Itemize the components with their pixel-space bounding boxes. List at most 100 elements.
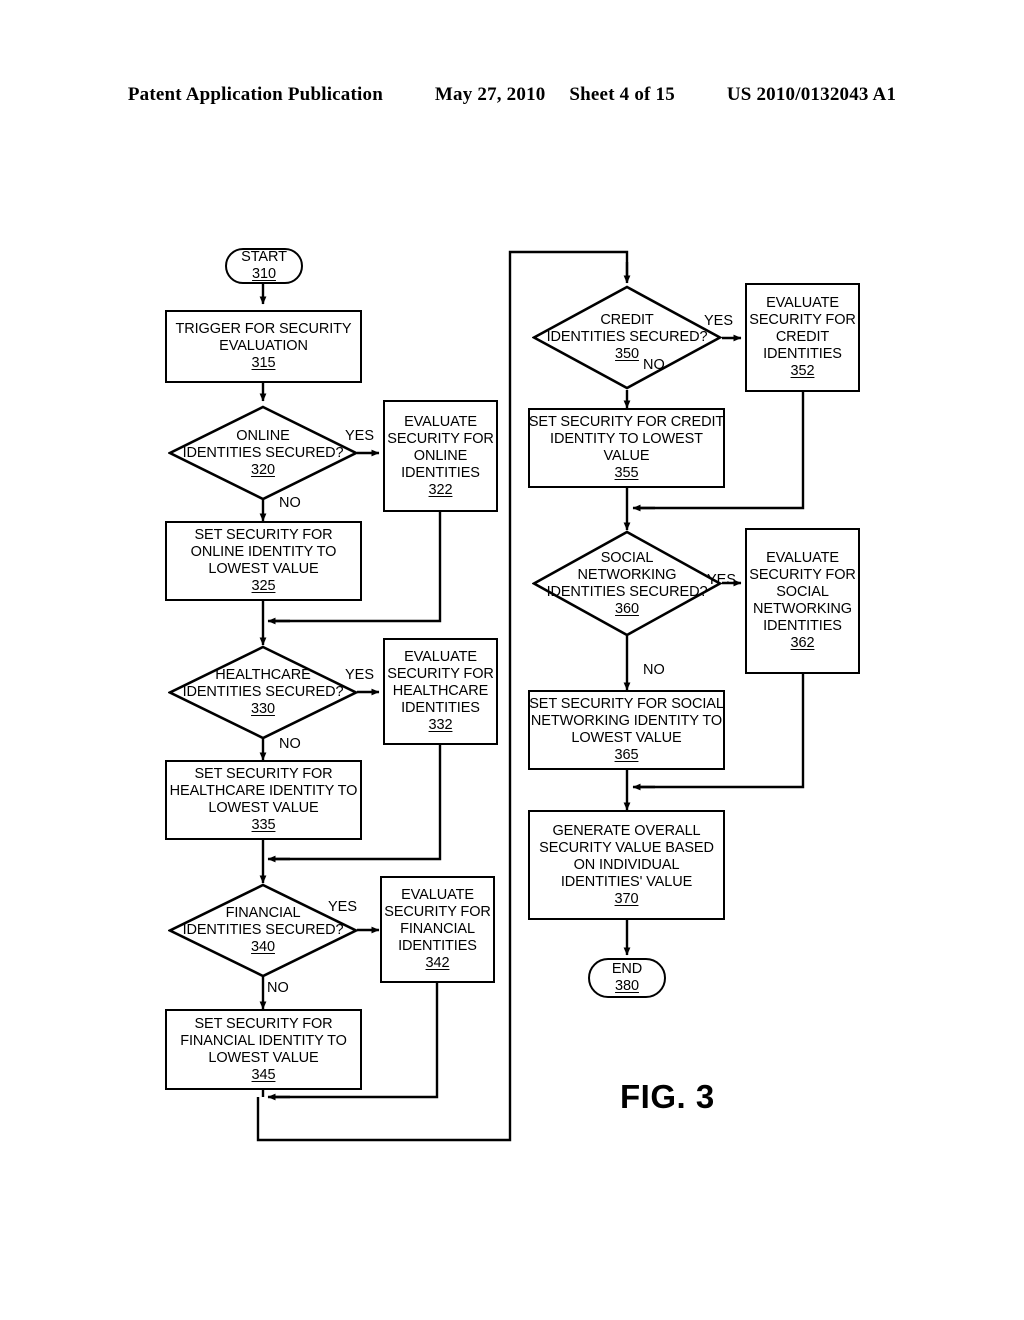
edge-label-social-yes: YES xyxy=(707,572,737,588)
node-healthcare-eval-line2: SECURITY FOR xyxy=(387,666,494,682)
node-online-eval-line2: SECURITY FOR xyxy=(387,430,494,447)
node-healthcare-set-line1: SET SECURITY FOR xyxy=(194,766,333,782)
node-financial-eval-line2: SECURITY FOR xyxy=(384,904,491,920)
node-online-set-ref: 325 xyxy=(251,578,276,594)
node-social-set-line3: LOWEST VALUE xyxy=(571,730,682,746)
node-evaluate-security-for-healthcare-identities: EVALUATE SECURITY FOR HEALTHCARE IDENTIT… xyxy=(383,638,498,745)
node-credit-eval-line1: EVALUATE xyxy=(766,295,839,311)
node-end: END 380 xyxy=(588,958,666,998)
node-healthcare-eval-line1: EVALUATE xyxy=(404,649,477,665)
node-online-eval-line1: EVALUATE xyxy=(404,413,477,430)
node-start: START 310 xyxy=(225,248,303,284)
node-trigger-for-security-evaluation: TRIGGER FOR SECURITY EVALUATION 315 xyxy=(165,310,362,383)
node-financial-eval-line4: IDENTITIES xyxy=(398,938,477,954)
node-generate-overall-security-value: GENERATE OVERALL SECURITY VALUE BASED ON… xyxy=(528,810,725,920)
node-healthcare-eval-line3: HEALTHCARE xyxy=(392,683,489,699)
node-online-set-line1: SET SECURITY FOR xyxy=(194,527,333,543)
decision-financial-line2: IDENTITIES SECURED? xyxy=(182,922,344,938)
node-healthcare-set-ref: 335 xyxy=(251,817,276,833)
node-financial-set-line2: FINANCIAL IDENTITY TO xyxy=(180,1032,347,1049)
node-credit-set-line1: SET SECURITY FOR CREDIT xyxy=(528,414,725,430)
node-social-eval-line3: SOCIAL xyxy=(776,584,829,600)
node-set-security-for-financial-identity: SET SECURITY FOR FINANCIAL IDENTITY TO L… xyxy=(165,1009,362,1090)
node-financial-set-ref: 345 xyxy=(251,1066,276,1083)
node-online-eval-line4: IDENTITIES xyxy=(401,464,480,481)
node-generate-line1: GENERATE OVERALL xyxy=(552,822,701,839)
edge-label-healthcare-no: NO xyxy=(279,736,301,752)
decision-online-identities-secured: ONLINE IDENTITIES SECURED? 320 xyxy=(168,405,358,501)
flowchart-figure: START 310 TRIGGER FOR SECURITY EVALUATIO… xyxy=(0,0,1024,1320)
edge-label-social-no: NO xyxy=(643,662,665,678)
node-start-ref: 310 xyxy=(252,266,276,282)
node-social-set-ref: 365 xyxy=(614,747,639,763)
node-evaluate-security-for-financial-identities: EVALUATE SECURITY FOR FINANCIAL IDENTITI… xyxy=(380,876,495,983)
node-trigger-line2: EVALUATION xyxy=(219,338,308,354)
node-financial-eval-line3: FINANCIAL xyxy=(400,921,475,937)
node-set-security-for-healthcare-identity: SET SECURITY FOR HEALTHCARE IDENTITY TO … xyxy=(165,760,362,840)
node-set-security-for-social-networking-identity: SET SECURITY FOR SOCIAL NETWORKING IDENT… xyxy=(528,690,725,770)
decision-financial-line1: FINANCIAL xyxy=(225,905,301,921)
node-social-eval-line5: IDENTITIES xyxy=(763,618,842,634)
node-social-eval-ref: 362 xyxy=(790,635,815,651)
node-trigger-line1: TRIGGER FOR SECURITY xyxy=(175,321,352,337)
node-social-eval-line1: EVALUATE xyxy=(766,550,839,566)
decision-social-networking-identities-secured: SOCIAL NETWORKING IDENTITIES SECURED? 36… xyxy=(532,530,722,637)
node-evaluate-security-for-social-networking-identities: EVALUATE SECURITY FOR SOCIAL NETWORKING … xyxy=(745,528,860,674)
node-healthcare-eval-line4: IDENTITIES xyxy=(401,700,480,716)
decision-online-line1: ONLINE xyxy=(236,427,290,444)
node-healthcare-set-line3: LOWEST VALUE xyxy=(208,800,319,816)
decision-online-ref: 320 xyxy=(251,461,275,478)
node-evaluate-security-for-online-identities: EVALUATE SECURITY FOR ONLINE IDENTITIES … xyxy=(383,400,498,512)
node-online-eval-ref: 322 xyxy=(428,481,453,498)
node-financial-eval-line1: EVALUATE xyxy=(401,887,474,903)
decision-social-ref: 360 xyxy=(615,600,639,617)
figure-caption: FIG. 3 xyxy=(620,1078,715,1115)
node-financial-eval-ref: 342 xyxy=(425,955,450,971)
node-financial-set-line1: SET SECURITY FOR xyxy=(194,1015,333,1032)
decision-financial-identities-secured: FINANCIAL IDENTITIES SECURED? 340 xyxy=(168,883,358,978)
node-start-label: START xyxy=(241,249,287,265)
node-credit-set-line2: IDENTITY TO LOWEST xyxy=(550,431,703,447)
decision-social-line3: IDENTITIES SECURED? xyxy=(546,583,708,600)
node-end-label: END xyxy=(611,961,643,977)
node-credit-eval-line2: SECURITY FOR xyxy=(749,312,856,328)
node-social-eval-line2: SECURITY FOR xyxy=(749,567,856,583)
node-generate-line3: ON INDIVIDUAL xyxy=(573,856,680,873)
decision-credit-ref: 350 xyxy=(615,346,639,362)
node-social-eval-line4: NETWORKING xyxy=(753,601,852,617)
node-generate-line2: SECURITY VALUE BASED xyxy=(539,839,714,856)
node-set-security-for-credit-identity: SET SECURITY FOR CREDIT IDENTITY TO LOWE… xyxy=(528,408,725,488)
decision-healthcare-line2: IDENTITIES SECURED? xyxy=(182,684,344,700)
node-credit-eval-line3: CREDIT xyxy=(775,329,830,345)
decision-credit-line2: IDENTITIES SECURED? xyxy=(546,329,708,345)
node-generate-line4: IDENTITIES' VALUE xyxy=(560,873,693,890)
edge-label-financial-no: NO xyxy=(267,980,289,996)
node-set-security-for-online-identity: SET SECURITY FOR ONLINE IDENTITY TO LOWE… xyxy=(165,521,362,601)
decision-social-line1: SOCIAL xyxy=(600,549,654,566)
edge-label-online-yes: YES xyxy=(345,428,375,444)
node-financial-set-line3: LOWEST VALUE xyxy=(208,1049,319,1066)
node-social-set-line2: NETWORKING IDENTITY TO xyxy=(530,713,723,729)
flowchart-connectors xyxy=(256,250,805,1142)
node-social-set-line1: SET SECURITY FOR SOCIAL xyxy=(529,696,724,712)
node-online-set-line2: ONLINE IDENTITY TO xyxy=(190,544,337,560)
node-online-set-line3: LOWEST VALUE xyxy=(208,561,319,577)
edge-label-healthcare-yes: YES xyxy=(345,667,375,683)
node-evaluate-security-for-credit-identities: EVALUATE SECURITY FOR CREDIT IDENTITIES … xyxy=(745,283,860,392)
decision-healthcare-line1: HEALTHCARE xyxy=(215,667,311,683)
node-credit-set-ref: 355 xyxy=(614,465,639,481)
edge-label-credit-yes: YES xyxy=(704,313,734,329)
edge-label-online-no: NO xyxy=(279,495,301,511)
decision-online-line2: IDENTITIES SECURED? xyxy=(182,444,344,461)
decision-credit-identities-secured: CREDIT IDENTITIES SECURED? 350 xyxy=(532,285,722,390)
decision-social-line2: NETWORKING xyxy=(577,566,677,583)
node-generate-ref: 370 xyxy=(614,890,639,907)
node-credit-eval-ref: 352 xyxy=(790,363,815,379)
node-credit-eval-line4: IDENTITIES xyxy=(763,346,842,362)
edge-label-credit-no: NO xyxy=(643,357,665,373)
node-healthcare-set-line2: HEALTHCARE IDENTITY TO xyxy=(169,783,358,799)
decision-financial-ref: 340 xyxy=(251,939,275,955)
node-healthcare-eval-ref: 332 xyxy=(428,717,453,733)
decision-healthcare-ref: 330 xyxy=(251,701,275,717)
decision-healthcare-identities-secured: HEALTHCARE IDENTITIES SECURED? 330 xyxy=(168,645,358,740)
